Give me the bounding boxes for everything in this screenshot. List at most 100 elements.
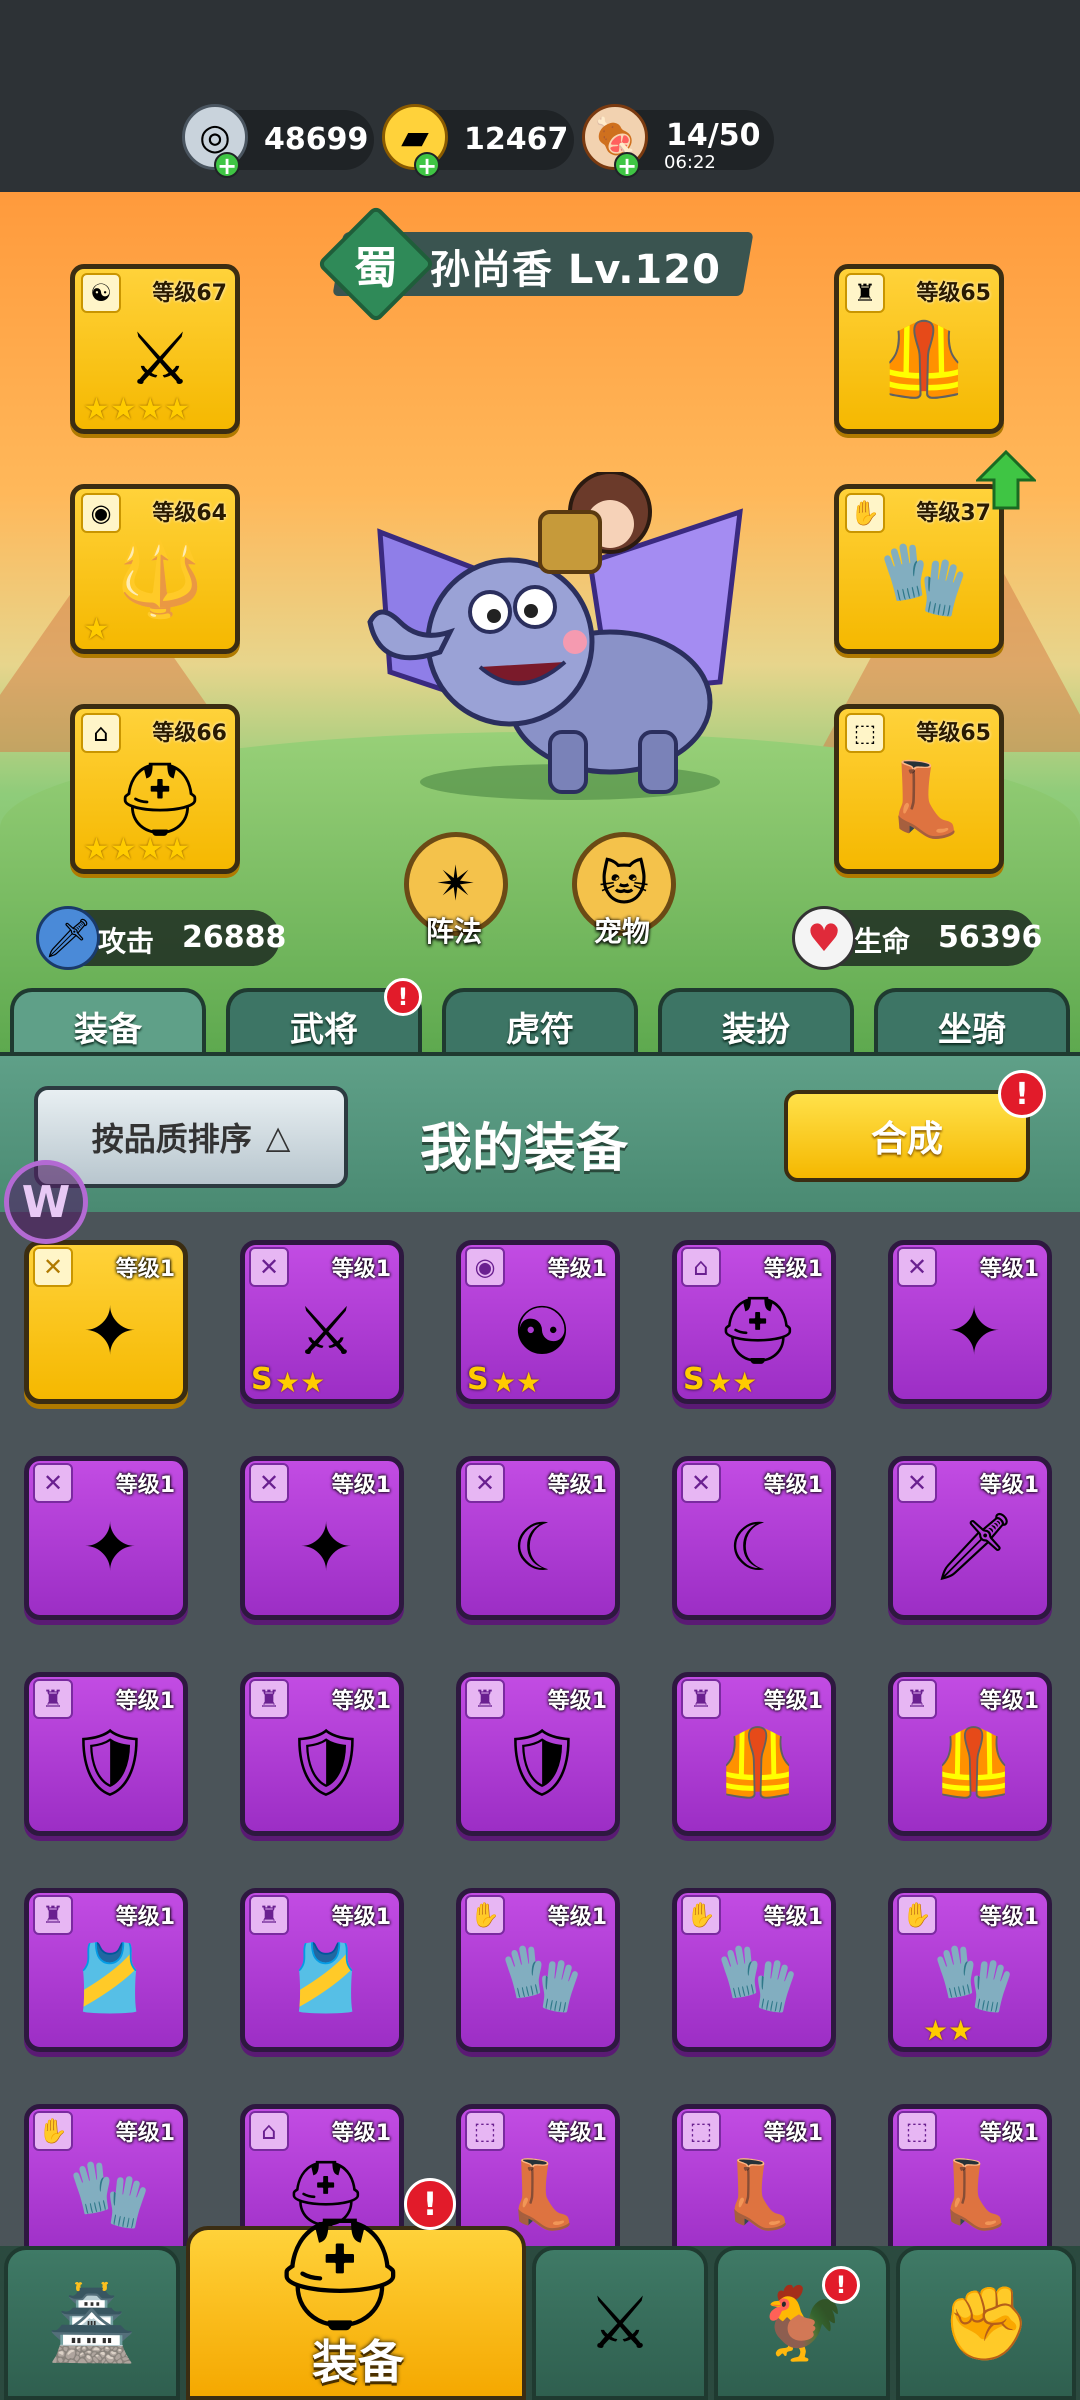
nav-equipment-label: 装备 xyxy=(312,2335,404,2389)
equipment-item[interactable]: ♜ 等级1 🎽 xyxy=(24,1888,188,2052)
watermark-logo: W xyxy=(4,1160,88,1244)
merge-badge: ! xyxy=(998,1070,1046,1118)
item-stars: ★★ xyxy=(923,2014,974,2047)
equipment-item[interactable]: ✋ 等级1 🧤 xyxy=(456,1888,620,2052)
hero-showcase: 蜀 孙尚香 Lv.120 ☯ 等级67 ⚔ ★★★★ ◉ 等级64 🔱 ★ ⌂ … xyxy=(0,192,1080,1052)
equipment-item[interactable]: ✕ 等级1 🗡 xyxy=(888,1456,1052,1620)
medal-icon: ◉ xyxy=(81,493,121,533)
equipment-item[interactable]: ♜ 等级1 🦺 xyxy=(672,1672,836,1836)
hp-stat: ♥ 生命 56396 xyxy=(792,906,1042,970)
item-level: 等级1 xyxy=(331,1257,391,1282)
stamina-resource[interactable]: 🍖 + 14/50 06:22 xyxy=(582,104,774,178)
yin-yang-icon: ☯ xyxy=(81,273,121,313)
nav-upgrade-button[interactable]: ✊ xyxy=(896,2246,1076,2400)
slot-stars: ★★★★ xyxy=(83,832,191,867)
tab-costume[interactable]: 装扮 xyxy=(658,988,854,1060)
item-level: 等级1 xyxy=(979,1473,1039,1498)
formation-label: 阵法 xyxy=(426,915,483,948)
hero-name: 孙尚香 Lv.120 xyxy=(430,247,721,293)
equipment-item[interactable]: ✕ 等级1 ⚔ S ★★ xyxy=(240,1240,404,1404)
item-art-icon: ✦ xyxy=(82,1508,138,1586)
equipment-item[interactable]: ✕ 等级1 ✦ xyxy=(240,1456,404,1620)
tab-tiger-tally[interactable]: 虎符 xyxy=(442,988,638,1060)
equipment-item[interactable]: ♜ 等级1 🛡 xyxy=(24,1672,188,1836)
item-level: 等级1 xyxy=(547,1905,607,1930)
equipment-item[interactable]: ⌂ 等级1 ⛑ S ★★ xyxy=(672,1240,836,1404)
castle-gate-icon: 🏯 xyxy=(47,2280,137,2365)
equipped-slot-weapon[interactable]: ☯ 等级67 ⚔ ★★★★ xyxy=(70,264,240,434)
equipped-slot-accessory[interactable]: ◉ 等级64 🔱 ★ xyxy=(70,484,240,654)
item-art-icon: 👢 xyxy=(932,2156,1016,2233)
item-art-icon: 🧤 xyxy=(500,1940,584,2017)
nav-pet-badge: ! xyxy=(822,2266,860,2304)
armor-art-icon: 🦺 xyxy=(879,316,969,401)
equipment-item[interactable]: ✋ 等级1 🧤 xyxy=(24,2104,188,2268)
equipment-item[interactable]: ✕ 等级1 ☾ xyxy=(672,1456,836,1620)
item-level: 等级1 xyxy=(115,1689,175,1714)
fist-upgrade-icon: ✊ xyxy=(941,2280,1031,2365)
item-art-icon: ✦ xyxy=(82,1292,138,1370)
item-level: 等级1 xyxy=(331,1689,391,1714)
add-gold-icon[interactable]: + xyxy=(414,152,440,178)
equipment-item[interactable]: ✋ 等级1 🧤 xyxy=(672,1888,836,2052)
item-level: 等级1 xyxy=(115,1257,175,1282)
item-art-icon: 🛡 xyxy=(500,1724,584,1801)
equipment-item[interactable]: ✕ 等级1 ☾ xyxy=(456,1456,620,1620)
sword-icon: 🗡 xyxy=(36,906,100,970)
equipment-item[interactable]: ⬚ 等级1 👢 xyxy=(888,2104,1052,2268)
slot-level: 等级65 xyxy=(916,721,991,746)
equipment-item[interactable]: ◉ 等级1 ☯ S ★★ xyxy=(456,1240,620,1404)
category-tabs: 装备 武将 ! 虎符 装扮 坐骑 xyxy=(0,978,1080,1060)
item-grade: S xyxy=(683,1362,705,1397)
item-stars: ★★ xyxy=(491,1366,542,1399)
top-bar: ◎ + 48699 ▰ + 12467 🍖 + 14/50 06:22 xyxy=(0,0,1080,192)
equipment-item[interactable]: ✋ 等级1 🧤 ★★ xyxy=(888,1888,1052,2052)
gold-resource[interactable]: ▰ + 12467 xyxy=(382,104,574,178)
equipped-slot-boots[interactable]: ⬚ 等级65 👢 xyxy=(834,704,1004,874)
item-art-icon: 🗡 xyxy=(932,1508,1016,1585)
kingdom-label: 蜀 xyxy=(354,243,398,294)
attack-label: 攻击 xyxy=(98,925,155,958)
equipment-item[interactable]: ⬚ 等级1 👢 xyxy=(672,2104,836,2268)
item-level: 等级1 xyxy=(547,2121,607,2146)
tab-mount[interactable]: 坐骑 xyxy=(874,988,1070,1060)
equipment-item[interactable]: ♜ 等级1 🛡 xyxy=(240,1672,404,1836)
sort-by-quality-button[interactable]: 按品质排序 △ xyxy=(34,1086,348,1188)
boots-art-icon: 👢 xyxy=(879,756,969,841)
equipment-item[interactable]: ✕ 等级1 ✦ xyxy=(24,1456,188,1620)
equipment-item[interactable]: ✕ 等级1 ✦ xyxy=(24,1240,188,1404)
silver-resource[interactable]: ◎ + 48699 xyxy=(182,104,374,178)
pet-label: 宠物 xyxy=(594,915,651,948)
nav-equipment-button[interactable]: ⛑ 装备 xyxy=(186,2210,526,2400)
merge-button[interactable]: 合成 xyxy=(784,1090,1030,1182)
item-art-icon: 🧤 xyxy=(68,2156,152,2233)
item-stars: ★★ xyxy=(275,1366,326,1399)
item-level: 等级1 xyxy=(115,1473,175,1498)
heart-icon: ♥ xyxy=(792,906,856,970)
add-silver-icon[interactable]: + xyxy=(214,152,240,178)
nav-pet-button[interactable]: 🐓 xyxy=(714,2246,890,2400)
upgrade-arrow-icon xyxy=(976,450,1036,510)
item-level: 等级1 xyxy=(763,2121,823,2146)
slot-stars: ★★★★ xyxy=(83,392,191,427)
equipment-item[interactable]: ♜ 等级1 🦺 xyxy=(888,1672,1052,1836)
tab-equipment[interactable]: 装备 xyxy=(10,988,206,1060)
item-grade: S xyxy=(467,1362,489,1397)
item-level: 等级1 xyxy=(547,1473,607,1498)
equipment-item[interactable]: ♜ 等级1 🛡 xyxy=(456,1672,620,1836)
nav-home-button[interactable]: 🏯 xyxy=(4,2246,180,2400)
equipment-item[interactable]: ♜ 等级1 🎽 xyxy=(240,1888,404,2052)
bottom-navigation: 🏯 ⛑ 装备 ! ⚔ 🐓 ! ✊ xyxy=(0,2178,1080,2400)
item-art-icon: 🦺 xyxy=(932,1724,1016,1801)
equipment-item[interactable]: ✕ 等级1 ✦ xyxy=(888,1240,1052,1404)
item-level: 等级1 xyxy=(763,1257,823,1282)
item-art-icon: ☾ xyxy=(728,1508,788,1586)
item-level: 等级1 xyxy=(763,1473,823,1498)
nav-battle-button[interactable]: ⚔ xyxy=(532,2246,708,2400)
equipped-slot-armor[interactable]: ♜ 等级65 🦺 xyxy=(834,264,1004,434)
add-stamina-icon[interactable]: + xyxy=(614,152,640,178)
item-art-icon: ✦ xyxy=(946,1292,1002,1370)
equipped-slot-helmet[interactable]: ⌂ 等级66 ⛑ ★★★★ xyxy=(70,704,240,874)
item-level: 等级1 xyxy=(979,1689,1039,1714)
sort-label: 按品质排序 xyxy=(91,1120,252,1158)
